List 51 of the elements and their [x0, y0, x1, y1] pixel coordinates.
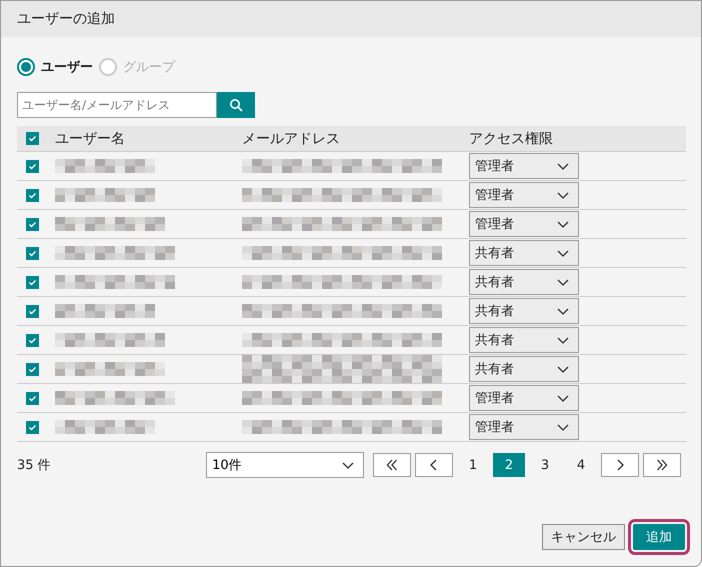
check-icon [28, 394, 37, 402]
checkbox[interactable] [26, 218, 39, 230]
radio-option[interactable]: ユーザー [17, 58, 93, 76]
first-page-button[interactable] [373, 453, 411, 477]
access-select[interactable]: 共有者 [469, 240, 579, 266]
checkbox[interactable] [26, 160, 39, 172]
result-count: 35 件 [17, 457, 52, 474]
check-icon [28, 336, 37, 344]
access-select[interactable]: 共有者 [469, 269, 579, 295]
search-icon [229, 98, 243, 112]
checkbox[interactable] [26, 188, 39, 202]
checkbox[interactable] [26, 132, 39, 145]
check-icon [28, 248, 37, 258]
access-select[interactable]: 共有者 [469, 298, 579, 324]
double-chevron-right-icon [655, 458, 669, 472]
checkbox[interactable] [26, 246, 39, 260]
search-field[interactable]: ユーザー名/メールアドレス [17, 92, 217, 118]
page-button[interactable]: 2 [493, 453, 525, 477]
check-icon [28, 278, 37, 286]
access-select[interactable]: 共有者 [469, 327, 579, 353]
double-chevron-left-icon [385, 458, 399, 472]
page-button[interactable]: 3 [529, 453, 561, 477]
checkbox[interactable] [26, 392, 39, 404]
last-page-button[interactable] [643, 453, 681, 477]
access-select[interactable]: 管理者 [469, 385, 579, 411]
page-button[interactable]: 4 [565, 453, 597, 477]
checkbox[interactable] [26, 276, 39, 288]
access-select[interactable]: 管理者 [469, 414, 579, 440]
checkbox[interactable] [26, 362, 39, 376]
dialog-title: ユーザーの追加 [17, 10, 115, 28]
page-size-select[interactable]: 10件 [206, 452, 364, 478]
column-header: アクセス権限 [469, 130, 553, 146]
cancel-button[interactable]: キャンセル [542, 524, 625, 550]
access-select[interactable]: 管理者 [469, 211, 579, 237]
access-select[interactable]: 管理者 [469, 182, 579, 208]
check-icon [28, 190, 37, 200]
check-icon [28, 134, 37, 143]
check-icon [28, 162, 37, 170]
column-header: ユーザー名 [55, 130, 125, 146]
access-select[interactable]: 共有者 [469, 356, 579, 382]
access-select[interactable]: 管理者 [469, 153, 579, 179]
check-icon [28, 306, 37, 316]
page-button[interactable]: 1 [457, 453, 489, 477]
check-icon [28, 364, 37, 374]
search-button[interactable] [217, 92, 255, 118]
check-icon [28, 220, 37, 228]
checkbox[interactable] [26, 304, 39, 318]
column-header: メールアドレス [242, 130, 340, 146]
checkbox[interactable] [26, 334, 39, 346]
check-icon [28, 422, 37, 432]
checkbox[interactable] [26, 420, 39, 434]
